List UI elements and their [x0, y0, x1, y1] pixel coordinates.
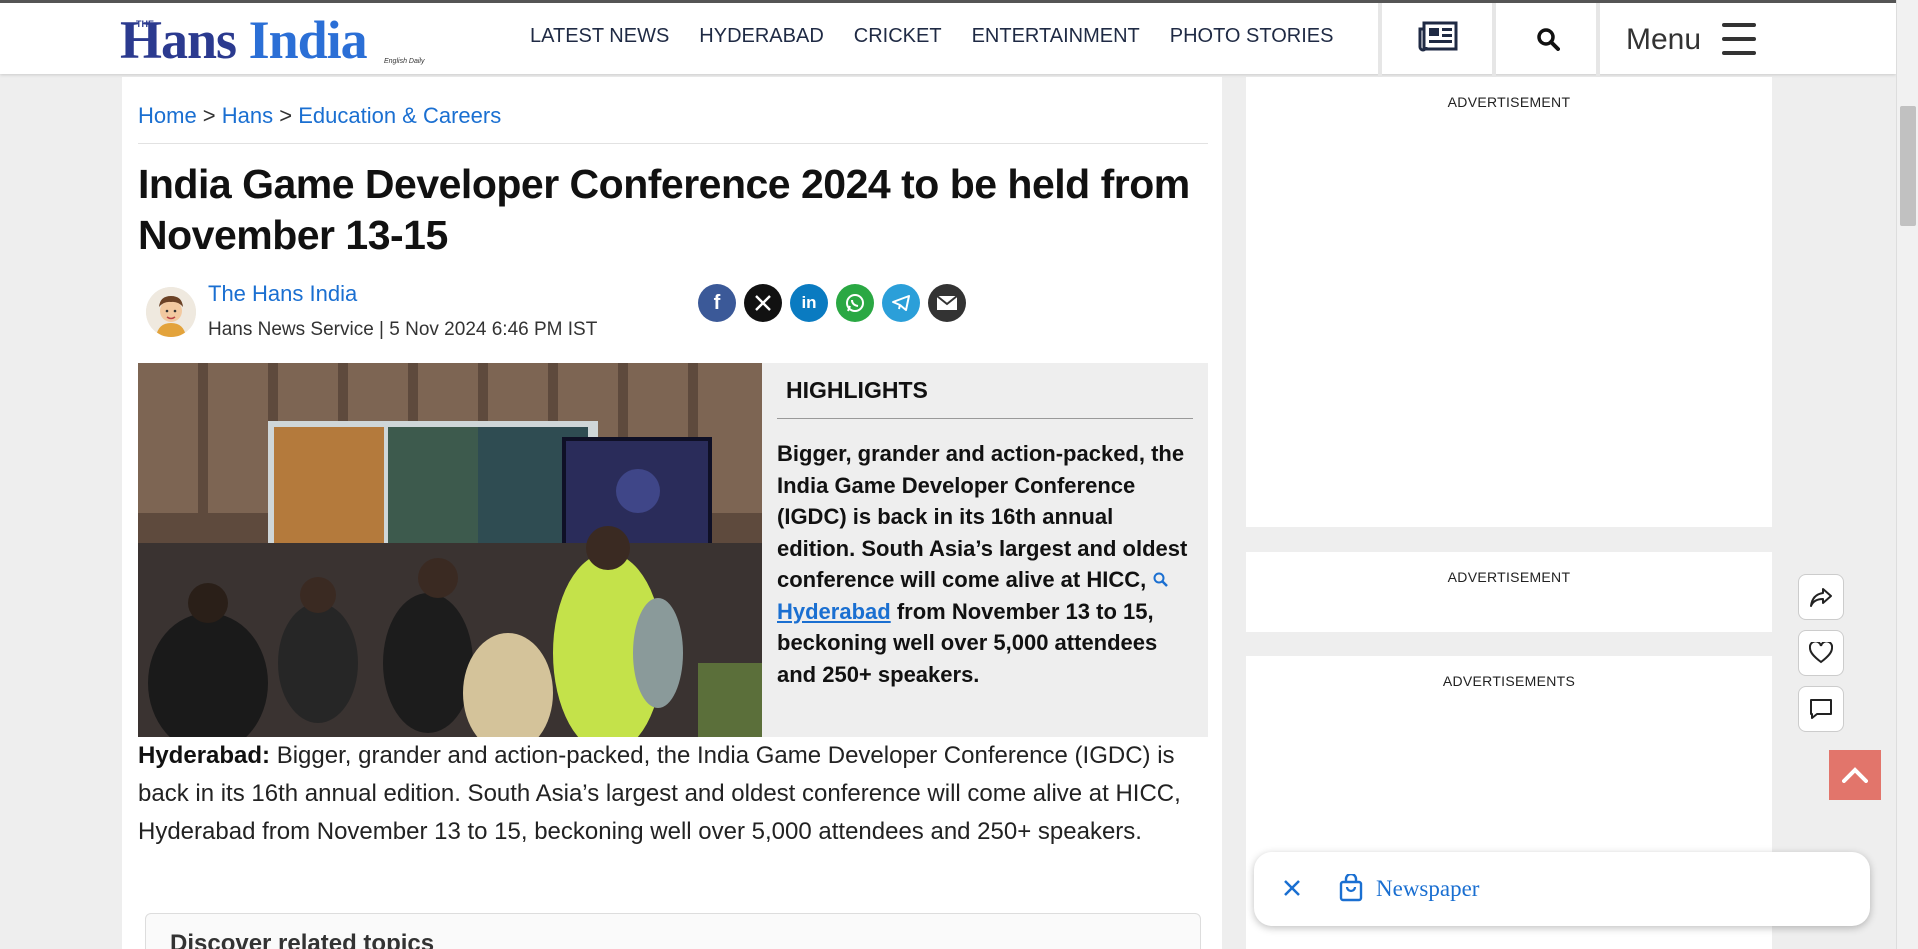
search-icon[interactable]: [1536, 27, 1560, 56]
breadcrumb-category[interactable]: Education & Careers: [298, 103, 501, 128]
article-body: Hyderabad: Bigger, grander and action-pa…: [138, 742, 1181, 845]
nav-cricket[interactable]: CRICKET: [854, 25, 942, 48]
header-divider: [1596, 3, 1600, 77]
ad-label: ADVERTISEMENT: [1447, 569, 1571, 585]
highlights-box: HIGHLIGHTS Bigger, grander and action-pa…: [762, 363, 1208, 737]
highlights-title: HIGHLIGHTS: [786, 377, 928, 403]
comment-icon[interactable]: [1798, 686, 1844, 732]
share-bar: f in: [698, 284, 966, 322]
header-divider: [1378, 3, 1382, 77]
divider: [138, 143, 1208, 144]
header-divider: [1492, 3, 1496, 77]
logo-text: Hans India: [120, 10, 368, 70]
site-logo[interactable]: THE Hans India English Daily: [120, 9, 440, 70]
linkedin-icon[interactable]: in: [790, 284, 828, 322]
share-icon[interactable]: [1798, 574, 1844, 620]
hyderabad-link[interactable]: Hyderabad: [777, 599, 891, 624]
email-icon[interactable]: [928, 284, 966, 322]
highlights-text: Bigger, grander and action-packed, the I…: [777, 441, 1188, 687]
whatsapp-icon[interactable]: [836, 284, 874, 322]
telegram-icon[interactable]: [882, 284, 920, 322]
hamburger-icon[interactable]: [1722, 23, 1756, 55]
article-title: India Game Developer Conference 2024 to …: [138, 161, 1190, 258]
close-icon[interactable]: [1278, 874, 1306, 907]
facebook-icon[interactable]: f: [698, 284, 736, 322]
newspaper-banner: Newspaper: [1254, 852, 1870, 926]
nav-entertainment[interactable]: ENTERTAINMENT: [972, 25, 1140, 48]
x-icon[interactable]: [744, 284, 782, 322]
nav-photo-stories[interactable]: PHOTO STORIES: [1170, 25, 1334, 48]
newspaper-link[interactable]: Newspaper: [1376, 876, 1479, 902]
article-card: Home > Hans > Education & Careers India …: [122, 77, 1222, 949]
related-topics[interactable]: Discover related topics: [145, 913, 1201, 949]
divider: [777, 418, 1193, 419]
article-byline: Hans News Service | 5 Nov 2024 6:46 PM I…: [208, 319, 598, 340]
site-header: THE Hans India English Daily LATEST NEWS…: [0, 0, 1896, 77]
author-name[interactable]: The Hans India: [208, 281, 357, 307]
author-avatar[interactable]: [146, 287, 196, 337]
ad-slot: ADVERTISEMENT: [1246, 77, 1772, 527]
scroll-to-top-button[interactable]: [1829, 750, 1881, 800]
nav-latest-news[interactable]: LATEST NEWS: [530, 25, 669, 48]
logo-tagline: English Daily: [384, 58, 425, 65]
menu-label[interactable]: Menu: [1626, 23, 1701, 57]
main-nav: LATEST NEWS HYDERABAD CRICKET ENTERTAINM…: [530, 25, 1333, 48]
page-scrollbar[interactable]: [1896, 0, 1918, 949]
ad-label: ADVERTISEMENT: [1447, 94, 1571, 110]
breadcrumb-section[interactable]: Hans: [222, 103, 273, 128]
article-image[interactable]: [138, 363, 762, 737]
scrollbar-thumb[interactable]: [1900, 106, 1916, 226]
epaper-icon[interactable]: [1418, 21, 1458, 58]
nav-hyderabad[interactable]: HYDERABAD: [699, 25, 823, 48]
breadcrumb: Home > Hans > Education & Careers: [138, 103, 502, 128]
related-topics-title: Discover related topics: [170, 930, 435, 949]
ad-label: ADVERTISEMENTS: [1442, 673, 1576, 689]
search-icon: [1152, 567, 1170, 592]
ad-slot: ADVERTISEMENT: [1246, 552, 1772, 632]
breadcrumb-home[interactable]: Home: [138, 103, 197, 128]
heart-icon[interactable]: [1798, 630, 1844, 676]
shopping-bag-icon: [1338, 872, 1364, 907]
